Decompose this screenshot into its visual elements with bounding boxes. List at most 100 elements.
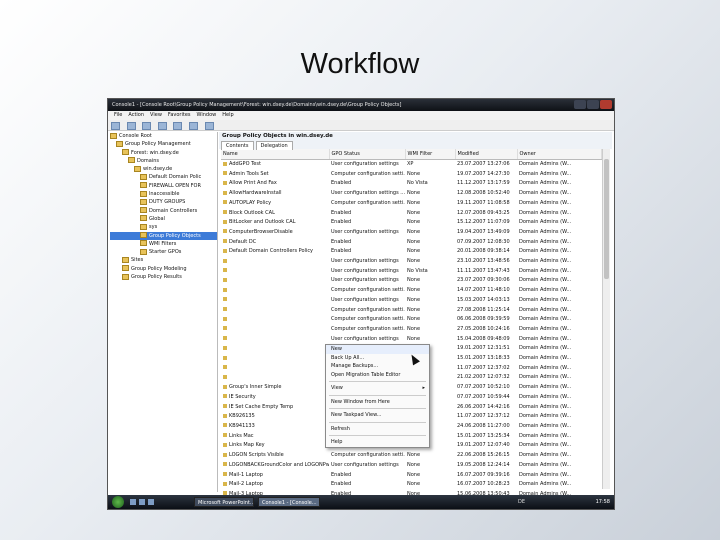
menu-file[interactable]: File (114, 112, 122, 118)
table-row[interactable]: User configuration settings No Vista 11.11… (221, 267, 601, 277)
tree-item[interactable]: Group Policy Modeling (110, 265, 217, 273)
tree-item[interactable]: Sites (110, 256, 217, 264)
export-icon[interactable] (188, 122, 198, 130)
table-cell: None (405, 471, 455, 481)
table-row[interactable]: Default Domain Controllers Policy Enabled… (221, 247, 601, 257)
folder-icon (140, 223, 147, 230)
table-cell: User configuration settings (329, 257, 405, 267)
table-row[interactable]: AddGPO Test User configuration settings XP… (221, 160, 601, 170)
quicklaunch-ie-icon[interactable] (139, 499, 145, 505)
context-menu-item[interactable]: Refresh (326, 425, 429, 434)
table-row[interactable]: Block Outlook CAL Enabled None 12.07.2008 0… (221, 209, 601, 219)
tab-contents[interactable]: Contents (221, 141, 254, 150)
menu-window[interactable]: Window (197, 112, 217, 118)
vertical-scrollbar[interactable] (602, 149, 610, 489)
table-row[interactable]: Mail-1 Laptop Enabled None 16.07.2007 09:39… (221, 471, 601, 481)
table-cell: Mail-2 Laptop (221, 480, 329, 490)
context-menu-item-label: New Taskpad View... (331, 412, 382, 418)
table-row[interactable]: AllowHardwareInstall User configuration s… (221, 189, 601, 199)
table-row[interactable]: Default DC Enabled None 07.09.2007 12:08:30… (221, 238, 601, 248)
scrollbar-thumb[interactable] (604, 159, 609, 279)
context-menu-item[interactable]: Help (326, 438, 429, 447)
tree-item[interactable]: DUTY GROUPS (110, 198, 217, 206)
menu-view[interactable]: View (150, 112, 162, 118)
table-row[interactable]: AUTOPLAY Policy Computer configuration se… (221, 199, 601, 209)
cell-text: None (407, 316, 421, 323)
up-icon[interactable] (142, 122, 152, 130)
context-menu-item[interactable]: New Taskpad View... (326, 411, 429, 420)
cell-text: Domain Admins (W... (519, 277, 572, 284)
back-icon[interactable] (111, 122, 120, 130)
table-row[interactable]: LOGON Scripts Visible Computer configurat… (221, 451, 601, 461)
maximize-button[interactable] (587, 100, 599, 109)
tree-item[interactable]: Default Domain Polic (110, 173, 217, 181)
table-row[interactable]: Mail-2 Laptop Enabled None 16.07.2007 10:28… (221, 480, 601, 490)
tree-item[interactable]: FIREWALL OPEN FOR (110, 182, 217, 190)
tree-item[interactable]: Starter GPOs (110, 248, 217, 256)
table-row[interactable]: LOGONBACKGroundColor and LOGONPwd User co… (221, 461, 601, 471)
table-row[interactable]: User configuration settings None 15.04.200… (221, 335, 601, 345)
tree-item[interactable]: Forest: win.dsey.de (110, 149, 217, 157)
close-button[interactable] (600, 100, 612, 109)
tree-item[interactable]: Group Policy Results (110, 273, 217, 281)
quicklaunch-switch-icon[interactable] (148, 499, 154, 505)
context-menu-item[interactable]: View ▸ (326, 384, 429, 393)
gpo-icon (223, 355, 227, 360)
folder-icon (116, 140, 123, 147)
menu-action[interactable]: Action (128, 112, 144, 118)
menu-favorites[interactable]: Favorites (168, 112, 191, 118)
table-cell: Domain Admins (W... (517, 247, 601, 257)
column-header-name[interactable]: Name (221, 149, 330, 160)
menu-help[interactable]: Help (222, 112, 233, 118)
language-indicator[interactable]: DE (518, 498, 525, 506)
tree-item[interactable]: Domains (110, 157, 217, 165)
column-header-owner[interactable]: Owner (517, 149, 602, 160)
table-row[interactable]: User configuration settings None 15.03.200… (221, 296, 601, 306)
tree-item[interactable]: WMI Filters (110, 240, 217, 248)
quicklaunch-desktop-icon[interactable] (130, 499, 136, 505)
refresh-icon[interactable] (173, 122, 183, 130)
table-row[interactable]: Computer configuration setti... None 14.07… (221, 286, 601, 296)
table-row[interactable]: Allow Print And Fax Enabled No Vista 11.12.… (221, 179, 601, 189)
context-menu-item-label: Back Up All... (331, 354, 365, 361)
show-tree-icon[interactable] (157, 122, 167, 130)
table-row[interactable]: Computer configuration setti... None 27.08… (221, 306, 601, 316)
taskbar-button-console[interactable]: Console1 - [Console... (258, 497, 320, 507)
forward-icon[interactable] (126, 122, 136, 130)
taskbar-button-powerpoint[interactable]: Microsoft PowerPoint... (194, 497, 254, 507)
table-cell: Enabled (329, 480, 405, 490)
table-row[interactable]: Computer configuration setti... None 27.05… (221, 325, 601, 335)
table-row[interactable]: BitLocker and Outlook CAL Enabled None 15.1… (221, 218, 601, 228)
minimize-button[interactable] (574, 100, 586, 109)
tree-item[interactable]: Domain Controllers (110, 207, 217, 215)
tree-item[interactable]: Group Policy Objects (110, 231, 217, 240)
context-menu-item-label: Manage Backups... (331, 363, 379, 369)
help-icon[interactable] (204, 122, 214, 130)
tree-item[interactable]: lnaccessible (110, 190, 217, 198)
tree-item[interactable]: Global (110, 215, 217, 223)
table-row[interactable]: User configuration settings None 23.10.200… (221, 257, 601, 267)
clock[interactable]: 17:58 (596, 498, 610, 506)
tree-item[interactable]: win.dsey.de (110, 165, 217, 173)
tree-item[interactable]: sys (110, 223, 217, 231)
tree-item[interactable]: Console Root (110, 132, 217, 140)
tree-item[interactable]: Group Policy Management (110, 140, 217, 148)
context-menu-item[interactable]: New Window from Here (326, 398, 429, 407)
column-header-gpo-status[interactable]: GPO Status (329, 149, 406, 160)
context-menu-item[interactable]: Open Migration Table Editor (326, 371, 429, 380)
table-row[interactable]: User configuration settings None 23.07.200… (221, 276, 601, 286)
table-row[interactable]: Computer configuration setti... None 06.06… (221, 315, 601, 325)
table-row[interactable]: ComputerBrowserDisable User configuration… (221, 228, 601, 238)
tab-delegation[interactable]: Delegation (255, 141, 293, 150)
gpo-icon (223, 481, 227, 486)
table-row[interactable]: New Group Policy ObjectEnabledNone01.11.… (221, 509, 601, 510)
column-header-wmi-filter[interactable]: WMI Filter (405, 149, 456, 160)
column-header-modified[interactable]: Modified (455, 149, 518, 160)
table-row[interactable]: Admin Tools Set Computer configuration se… (221, 170, 601, 180)
table-cell: None (405, 170, 455, 180)
table-cell: Domain Admins (W... (517, 199, 601, 209)
cell-text: 19.11.2007 11:08:58 (457, 199, 510, 206)
table-cell: 06.06.2008 09:39:59 (455, 315, 517, 325)
cell-text: 22.06.2008 15:26:15 (457, 452, 510, 459)
start-button[interactable] (112, 496, 124, 508)
